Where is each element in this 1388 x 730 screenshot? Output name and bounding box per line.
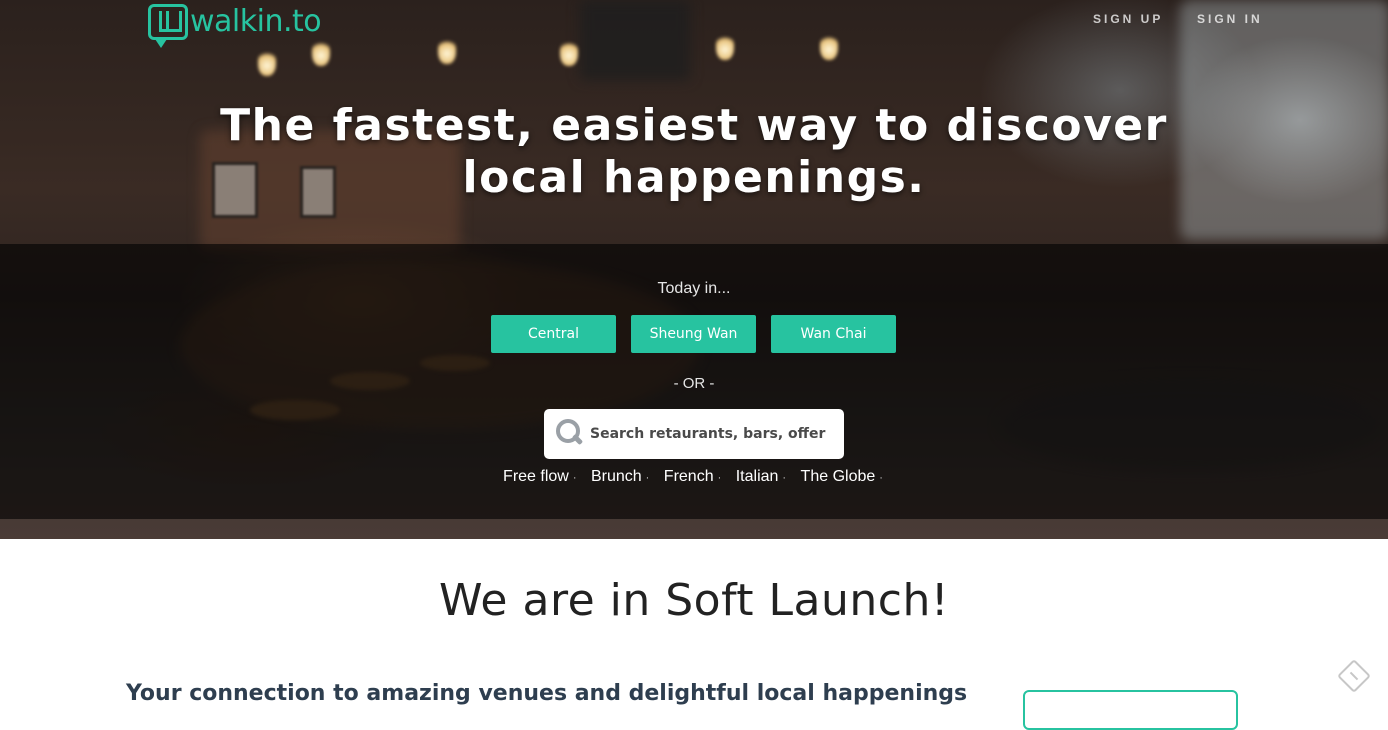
logo-text: walkin.to: [190, 3, 322, 39]
sign-up-link[interactable]: SIGN UP: [1093, 12, 1163, 26]
background-lamp: [258, 50, 276, 76]
background-lamp: [560, 40, 578, 66]
tag-separator: ·: [572, 472, 577, 484]
search-input[interactable]: [588, 425, 828, 443]
background-chalkboard: [580, 0, 690, 80]
sign-in-link[interactable]: SIGN IN: [1197, 12, 1263, 26]
or-label: - OR -: [673, 375, 715, 392]
tag-french[interactable]: French: [664, 468, 714, 485]
signup-card[interactable]: [1023, 690, 1238, 730]
edit-icon[interactable]: [1337, 659, 1371, 693]
hero-title: The fastest, easiest way to discover loc…: [220, 100, 1168, 203]
tag-italian[interactable]: Italian: [736, 468, 779, 485]
search-box[interactable]: [544, 409, 844, 459]
area-button-sheung-wan[interactable]: Sheung Wan: [631, 315, 756, 353]
area-button-wan-chai[interactable]: Wan Chai: [771, 315, 896, 353]
logo[interactable]: walkin.to: [148, 3, 322, 48]
popular-tags: Free flow · Brunch · French · Italian · The …: [0, 468, 1388, 486]
soft-launch-heading: We are in Soft Launch!: [439, 575, 949, 626]
tag-brunch[interactable]: Brunch: [591, 468, 642, 485]
tag-separator: ·: [879, 472, 883, 484]
background-window: [1180, 0, 1388, 240]
background-lamp: [820, 34, 838, 60]
tag-separator: ·: [717, 472, 722, 484]
tag-the-globe[interactable]: The Globe: [801, 468, 876, 485]
area-button-central[interactable]: Central: [491, 315, 616, 353]
tag-separator: ·: [645, 472, 650, 484]
tag-free-flow[interactable]: Free flow: [503, 468, 569, 485]
logo-tail: [155, 39, 167, 48]
background-lamp: [438, 38, 456, 64]
logo-w-icon: [148, 4, 188, 48]
tag-separator: ·: [782, 472, 787, 484]
background-lamp: [312, 40, 330, 66]
today-label: Today in...: [657, 280, 731, 297]
background-lamp: [716, 34, 734, 60]
connection-heading: Your connection to amazing venues and de…: [126, 681, 968, 706]
search-icon[interactable]: [554, 417, 588, 451]
